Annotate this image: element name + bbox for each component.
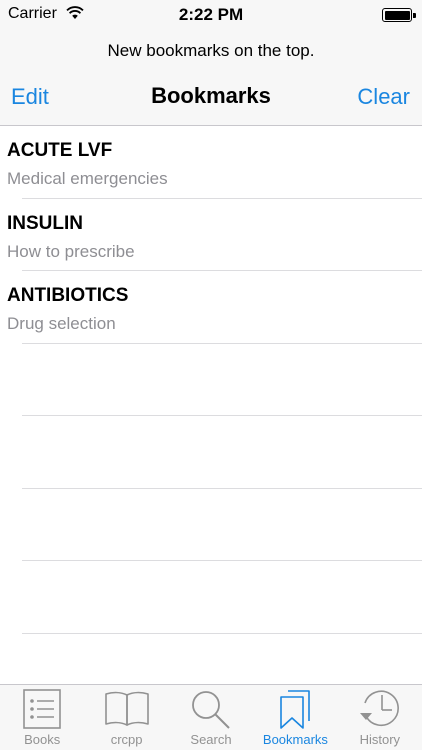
bookmark-title: ACUTE LVF <box>7 140 113 161</box>
tab-history[interactable]: History <box>338 685 422 750</box>
tab-label: Books <box>24 732 61 747</box>
battery-icon <box>382 8 416 22</box>
tab-bookmarks[interactable]: Bookmarks <box>253 685 337 750</box>
clear-button[interactable]: Clear <box>357 84 410 110</box>
bookmark-title: INSULIN <box>7 212 83 234</box>
tab-label: crcpp <box>110 732 143 747</box>
empty-row <box>0 489 422 562</box>
bookmarks-list: ACUTE LVF Medical emergencies INSULIN Ho… <box>0 126 422 684</box>
tab-label: Bookmarks <box>262 732 328 747</box>
empty-row <box>0 561 422 634</box>
search-icon <box>192 691 230 729</box>
tab-crcpp[interactable]: crcpp <box>84 685 168 750</box>
empty-row <box>0 344 422 417</box>
tab-books[interactable]: Books <box>0 685 84 750</box>
bookmark-title: ANTIBIOTICS <box>7 285 129 306</box>
clock-time: 2:22 PM <box>178 5 244 24</box>
bookmark-row[interactable]: ANTIBIOTICS Drug selection <box>0 271 422 344</box>
edit-button[interactable]: Edit <box>11 84 49 110</box>
tab-label: Search <box>190 732 232 747</box>
bookmark-row[interactable]: ACUTE LVF Medical emergencies <box>0 126 422 199</box>
tab-search[interactable]: Search <box>169 685 253 750</box>
book-icon <box>104 691 149 726</box>
bookmark-subtitle: How to prescribe <box>7 241 135 261</box>
bookmark-subtitle: Drug selection <box>7 314 116 333</box>
status-bar: Carrier 2:22 PM <box>0 0 422 30</box>
bookmark-subtitle: Medical emergencies <box>7 169 168 188</box>
header-prompt: New bookmarks on the top. <box>107 41 315 60</box>
bookmarks-icon <box>280 690 311 729</box>
list-icon <box>23 689 62 729</box>
clock-icon <box>359 690 399 727</box>
tab-bar: Books crcpp Search Bookmarks History <box>0 684 422 750</box>
tab-label: History <box>359 732 401 747</box>
navigation-bar: New bookmarks on the top. Edit Bookmarks… <box>0 30 422 126</box>
empty-row <box>0 416 422 489</box>
bookmark-row[interactable]: INSULIN How to prescribe <box>0 199 422 272</box>
